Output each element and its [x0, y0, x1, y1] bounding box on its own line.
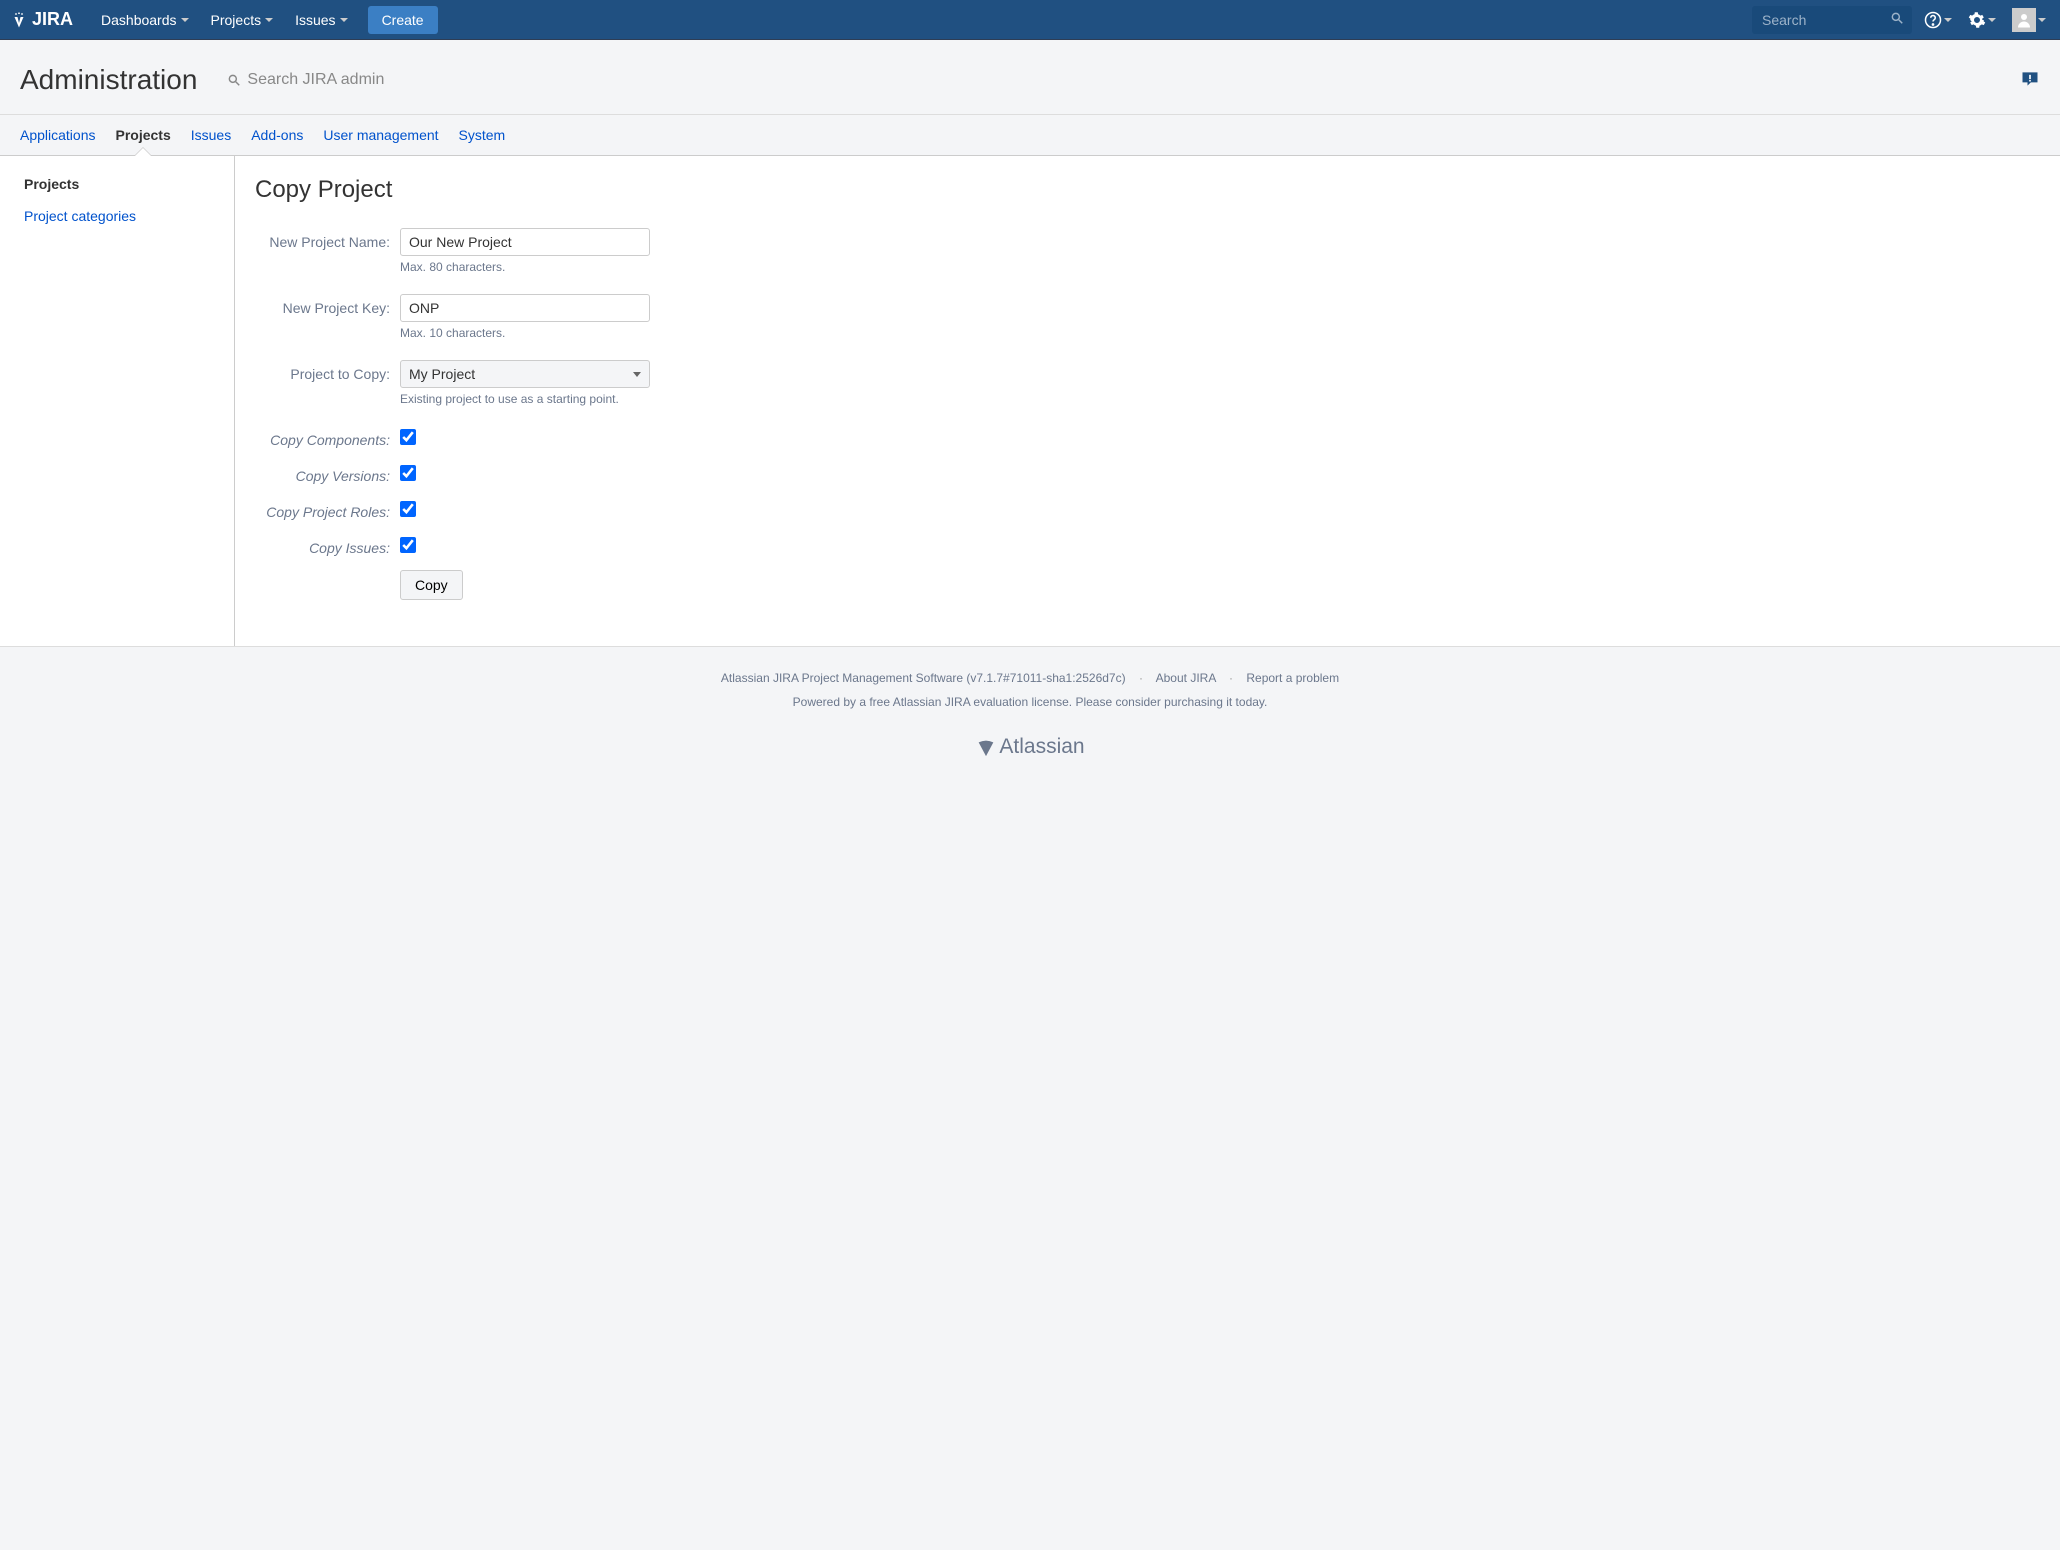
jira-icon — [10, 11, 28, 29]
label-project-to-copy: Project to Copy: — [255, 360, 400, 382]
footer-about-link[interactable]: About JIRA — [1156, 671, 1216, 685]
admin-tabs: Applications Projects Issues Add-ons Use… — [0, 115, 2060, 156]
checkbox-copy-components[interactable] — [400, 429, 416, 445]
label-copy-components: Copy Components: — [255, 426, 400, 448]
main: Projects Project categories Copy Project… — [0, 156, 2060, 646]
caret-down-icon — [265, 18, 273, 22]
help-menu[interactable] — [1920, 7, 1956, 33]
brand-text: JIRA — [32, 9, 73, 30]
nav-issues[interactable]: Issues — [285, 6, 357, 34]
label-copy-issues: Copy Issues: — [255, 534, 400, 556]
sidebar: Projects Project categories — [0, 156, 235, 646]
create-button[interactable]: Create — [368, 6, 438, 34]
content: Copy Project New Project Name: Max. 80 c… — [235, 156, 2060, 646]
sidebar-link-project-categories[interactable]: Project categories — [24, 204, 210, 228]
page-area-title: Administration — [20, 64, 197, 96]
select-project-to-copy[interactable]: My Project — [400, 360, 650, 388]
nav-dashboards[interactable]: Dashboards — [91, 6, 199, 34]
feedback-icon[interactable] — [2020, 69, 2040, 92]
footer: Atlassian JIRA Project Management Softwa… — [0, 646, 2060, 799]
row-project-key: New Project Key: Max. 10 characters. — [255, 294, 2040, 354]
checkbox-copy-versions[interactable] — [400, 465, 416, 481]
tab-applications[interactable]: Applications — [20, 115, 96, 155]
tab-system[interactable]: System — [459, 115, 506, 155]
row-project-to-copy: Project to Copy: My Project Existing pro… — [255, 360, 2040, 420]
checkbox-copy-issues[interactable] — [400, 537, 416, 553]
nav-items: Dashboards Projects Issues Create — [91, 6, 438, 34]
caret-down-icon — [340, 18, 348, 22]
jira-logo[interactable]: JIRA — [10, 9, 73, 30]
tab-issues[interactable]: Issues — [191, 115, 231, 155]
checkbox-copy-roles[interactable] — [400, 501, 416, 517]
footer-report-link[interactable]: Report a problem — [1246, 671, 1339, 685]
label-copy-roles: Copy Project Roles: — [255, 498, 400, 520]
select-value: My Project — [409, 366, 475, 382]
admin-search-placeholder: Search JIRA admin — [247, 71, 384, 89]
admin-header: Administration Search JIRA admin — [0, 40, 2060, 115]
settings-menu[interactable] — [1964, 7, 2000, 33]
sidebar-heading: Projects — [24, 176, 210, 192]
page-title: Copy Project — [255, 176, 2040, 204]
hint-project-key: Max. 10 characters. — [400, 326, 650, 340]
topnav-right — [1752, 4, 2050, 36]
caret-down-icon — [1988, 18, 1996, 22]
row-copy-versions: Copy Versions: — [255, 462, 2040, 484]
copy-button[interactable]: Copy — [400, 570, 463, 600]
input-project-name[interactable] — [400, 228, 650, 256]
row-copy-roles: Copy Project Roles: — [255, 498, 2040, 520]
top-nav: JIRA Dashboards Projects Issues Create — [0, 0, 2060, 40]
tab-user-management[interactable]: User management — [323, 115, 438, 155]
admin-search[interactable]: Search JIRA admin — [227, 71, 384, 89]
row-project-name: New Project Name: Max. 80 characters. — [255, 228, 2040, 288]
atlassian-logo[interactable]: Atlassian — [20, 735, 2040, 759]
row-submit: Copy — [255, 570, 2040, 600]
user-icon — [2015, 11, 2033, 29]
search-icon — [227, 73, 241, 87]
caret-down-icon — [1944, 18, 1952, 22]
nav-projects[interactable]: Projects — [201, 6, 284, 34]
label-copy-versions: Copy Versions: — [255, 462, 400, 484]
row-copy-issues: Copy Issues: — [255, 534, 2040, 556]
row-copy-components: Copy Components: — [255, 426, 2040, 448]
avatar — [2012, 8, 2036, 32]
caret-down-icon — [2038, 18, 2046, 22]
global-search-input[interactable] — [1752, 6, 1912, 34]
footer-license: Powered by a free Atlassian JIRA evaluat… — [20, 695, 2040, 709]
help-icon — [1924, 11, 1942, 29]
footer-line-1: Atlassian JIRA Project Management Softwa… — [20, 671, 2040, 685]
global-search-wrap — [1752, 6, 1912, 34]
tab-addons[interactable]: Add-ons — [251, 115, 303, 155]
hint-project-name: Max. 80 characters. — [400, 260, 650, 274]
caret-down-icon — [181, 18, 189, 22]
input-project-key[interactable] — [400, 294, 650, 322]
label-project-name: New Project Name: — [255, 228, 400, 250]
profile-menu[interactable] — [2008, 4, 2050, 36]
chevron-down-icon — [633, 372, 641, 377]
footer-product: Atlassian JIRA Project Management Softwa… — [721, 671, 1126, 685]
gear-icon — [1968, 11, 1986, 29]
hint-project-to-copy: Existing project to use as a starting po… — [400, 392, 650, 406]
tab-projects[interactable]: Projects — [116, 115, 171, 155]
atlassian-icon — [975, 736, 997, 758]
label-project-key: New Project Key: — [255, 294, 400, 316]
